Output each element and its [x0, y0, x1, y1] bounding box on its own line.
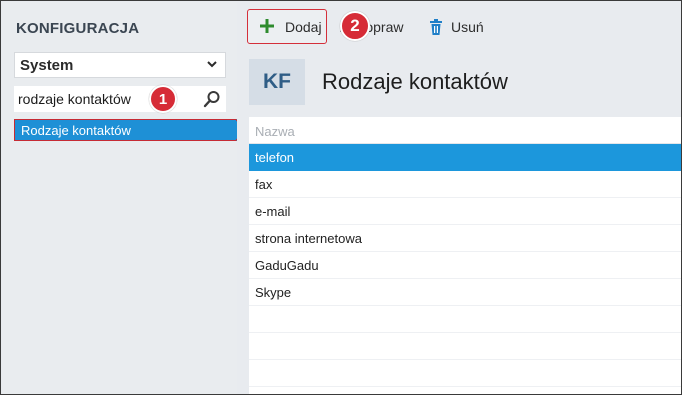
list-item-label: GaduGadu: [255, 258, 319, 273]
sidebar-result-rodzaje-kontaktow[interactable]: Rodzaje kontaktów: [14, 119, 246, 141]
module-select-value: System: [20, 57, 74, 74]
list-item[interactable]: e-mail: [249, 198, 681, 225]
search-input[interactable]: rodzaje kontaktów: [14, 86, 226, 112]
list-item[interactable]: Skype: [249, 279, 681, 306]
list-item[interactable]: GaduGadu: [249, 252, 681, 279]
add-button[interactable]: Dodaj: [247, 9, 327, 44]
list-item-label: telefon: [255, 150, 295, 165]
add-button-label: Dodaj: [285, 19, 322, 35]
column-header-nazwa[interactable]: Nazwa: [249, 117, 681, 144]
main-panel: Dodaj Popraw Usuń KF Rodzaje kontaktów N…: [237, 2, 681, 394]
sidebar-title: KONFIGURACJA: [16, 20, 140, 37]
contact-types-list: Nazwa telefon fax e-mail strona internet…: [249, 117, 681, 394]
delete-button-label: Usuń: [451, 19, 484, 35]
search-icon[interactable]: [202, 89, 222, 109]
delete-button[interactable]: Usuń: [429, 16, 484, 38]
list-item-label: strona internetowa: [255, 231, 362, 246]
toolbar: Dodaj Popraw Usuń: [237, 2, 681, 48]
chevron-down-icon: [207, 61, 217, 68]
list-item[interactable]: fax: [249, 171, 681, 198]
list-item-label: Skype: [255, 285, 292, 300]
module-select[interactable]: System: [14, 52, 226, 78]
module-badge: KF: [249, 59, 305, 105]
plus-icon: [260, 19, 274, 33]
list-item-label: fax: [255, 177, 273, 192]
list-item-empty: [249, 333, 681, 360]
sidebar: KONFIGURACJA System rodzaje kontaktów Ro…: [2, 2, 246, 394]
list-item[interactable]: telefon: [249, 144, 681, 171]
list-item-empty: [249, 360, 681, 387]
list-item[interactable]: strona internetowa: [249, 225, 681, 252]
app-window: KONFIGURACJA System rodzaje kontaktów Ro…: [0, 0, 682, 395]
list-item-empty: [249, 306, 681, 333]
list-item-label: e-mail: [255, 204, 291, 219]
column-header-label: Nazwa: [255, 124, 295, 139]
page-header: KF Rodzaje kontaktów: [249, 59, 681, 105]
trash-icon: [430, 19, 442, 35]
step-1-badge: 1: [149, 85, 177, 113]
sidebar-result-label: Rodzaje kontaktów: [21, 123, 131, 138]
search-input-value: rodzaje kontaktów: [18, 91, 131, 107]
page-title: Rodzaje kontaktów: [322, 69, 508, 94]
step-2-badge: 2: [340, 11, 370, 41]
